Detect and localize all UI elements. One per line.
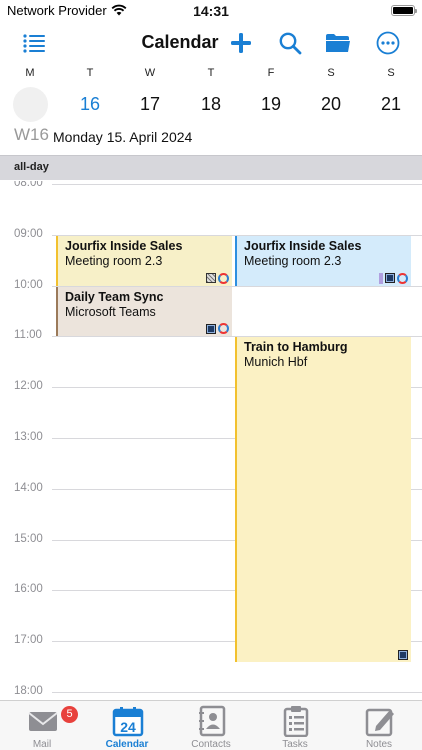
event-title: Jourfix Inside Sales [65, 238, 183, 253]
tab-label: Mail [32, 739, 52, 750]
day-timeline[interactable]: 08:00 09:00 10:00 11:00 12:00 13:00 14:00 15:00… [0, 181, 422, 700]
tab-tasks[interactable]: Tasks [260, 703, 330, 750]
hour-label: 12:00 [14, 380, 43, 393]
notes-icon [365, 708, 394, 737]
event-location: Microsoft Teams [65, 304, 156, 319]
hour-gridline [52, 184, 422, 185]
add-icon [231, 33, 251, 53]
event-status-icons [206, 323, 229, 335]
status-time: 14:31 [193, 3, 229, 19]
calendar-icon-date: 24 [120, 719, 136, 735]
event-block[interactable]: Jourfix Inside Sales Meeting room 2.3 [235, 235, 411, 286]
tab-label: Calendar [105, 739, 149, 750]
hour-label: 10:00 [14, 278, 43, 291]
weekday-letter: T [86, 67, 94, 79]
weekday-letter: F [267, 67, 275, 79]
event-location: Meeting room 2.3 [244, 253, 342, 268]
hour-label: 18:00 [14, 685, 43, 697]
tab-bar: 5 Mail 24 Calendar Contacts Tasks Notes [0, 700, 422, 750]
event-title: Daily Team Sync [65, 289, 164, 304]
event-block[interactable]: Jourfix Inside Sales Meeting room 2.3 [56, 235, 232, 286]
day-20[interactable]: 20 [311, 86, 351, 122]
tab-label: Tasks [282, 739, 308, 750]
week-number: W16 [14, 125, 49, 144]
tasks-icon [283, 706, 309, 737]
mail-icon [28, 712, 58, 731]
event-status-icons [379, 272, 408, 284]
stripe-icon [379, 272, 383, 284]
sync-icon [218, 323, 229, 335]
tab-calendar[interactable]: 24 Calendar [92, 703, 162, 750]
add-button[interactable] [226, 28, 256, 58]
hour-label: 11:00 [14, 329, 42, 342]
day-21[interactable]: 21 [371, 86, 411, 122]
more-icon [376, 31, 400, 55]
tab-contacts[interactable]: Contacts [176, 703, 246, 750]
weekday-letter: M [25, 67, 35, 79]
folder-icon [326, 34, 350, 52]
folder-button[interactable] [323, 28, 353, 58]
battery-icon [391, 5, 417, 16]
search-icon [279, 32, 302, 55]
selected-date-label: Monday 15. April 2024 [53, 129, 193, 145]
day-18[interactable]: 18 [191, 86, 231, 122]
status-bar: Network Provider 14:31 [0, 0, 422, 22]
mail-badge: 5 [61, 706, 78, 723]
event-block[interactable]: Daily Team Sync Microsoft Teams [56, 286, 232, 337]
event-title: Train to Hamburg [244, 340, 348, 355]
weekday-header: M T W T F S S [0, 67, 422, 81]
solid-icon [206, 323, 216, 334]
grid-icon [206, 273, 216, 284]
weekday-letter: S [327, 67, 335, 79]
date-line: W16 Monday 15. April 2024 [0, 125, 422, 147]
tab-notes[interactable]: Notes [344, 703, 414, 750]
hour-label: 16:00 [14, 583, 43, 596]
tab-mail[interactable]: 5 Mail [7, 703, 78, 750]
hour-gridline [52, 692, 422, 693]
page-title: Calendar [141, 32, 219, 52]
tab-label: Contacts [191, 739, 231, 750]
hour-label: 14:00 [14, 481, 43, 494]
weekday-letter: T [207, 67, 215, 79]
hour-label: 08:00 [14, 181, 43, 189]
hour-label: 13:00 [14, 431, 43, 443]
event-location: Munich Hbf [244, 355, 308, 370]
solid-icon [398, 650, 408, 661]
calendar-icon: 24 [112, 707, 144, 737]
day-19[interactable]: 19 [251, 86, 291, 122]
tab-label: Notes [365, 739, 393, 750]
event-block[interactable]: Train to Hamburg Munich Hbf [235, 337, 411, 663]
event-status-icons [398, 650, 408, 661]
day-strip: 16 17 18 19 20 21 [0, 86, 422, 122]
day-17[interactable]: 17 [130, 86, 170, 122]
all-day-label: all-day [14, 161, 49, 173]
nav-bar: Calendar [0, 26, 422, 60]
all-day-row[interactable]: all-day [0, 155, 422, 180]
solid-icon [385, 273, 395, 284]
hour-label: 15:00 [14, 532, 43, 545]
weekday-letter: S [387, 67, 395, 79]
search-button[interactable] [275, 28, 305, 58]
sync-icon [397, 272, 408, 284]
event-location: Meeting room 2.3 [65, 253, 163, 268]
more-button[interactable] [373, 28, 403, 58]
weekday-letter: W [144, 67, 156, 79]
event-status-icons [206, 272, 229, 284]
contacts-icon [199, 705, 226, 737]
hour-label: 09:00 [14, 227, 43, 240]
hour-label: 17:00 [14, 634, 43, 647]
day-16[interactable]: 16 [70, 86, 110, 122]
event-title: Jourfix Inside Sales [244, 238, 362, 253]
sync-icon [218, 272, 229, 284]
